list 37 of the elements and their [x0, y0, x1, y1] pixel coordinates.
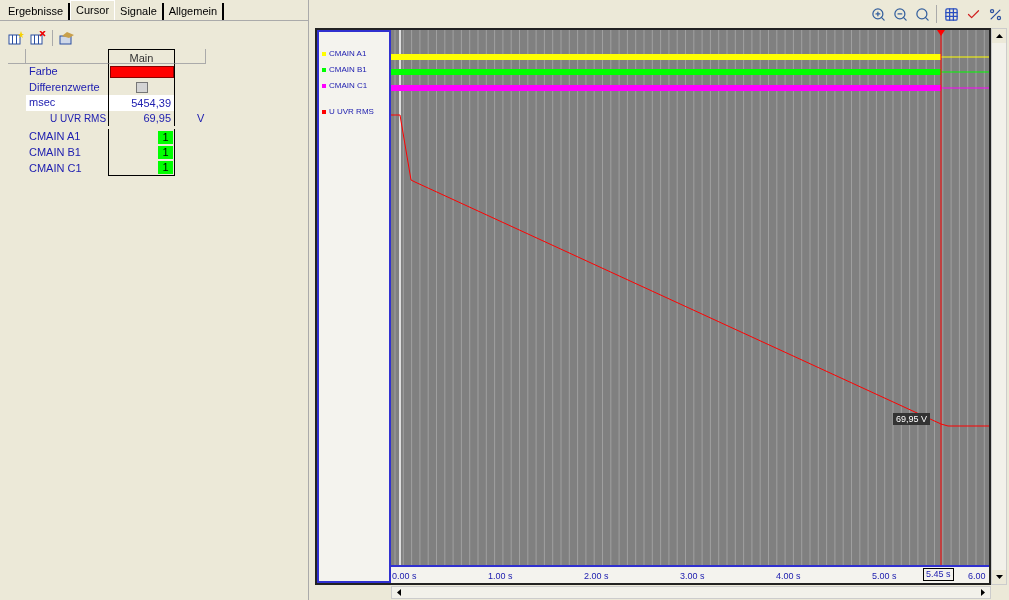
column-header: [175, 49, 206, 64]
value-text: 5454,39: [130, 95, 172, 111]
delete-column-icon[interactable]: [28, 29, 48, 47]
legend-label[interactable]: CMAIN A1: [329, 47, 367, 60]
axis-label: 1.00 s: [488, 570, 513, 583]
color-swatch[interactable]: [110, 65, 174, 78]
unit-text: V: [196, 111, 205, 126]
axis-label: 4.00 s: [776, 570, 801, 583]
row-label[interactable]: CMAIN C1: [26, 160, 108, 176]
value-text: 69,95: [142, 111, 172, 126]
legend-label[interactable]: CMAIN C1: [329, 79, 368, 92]
cursor-time-label: 5.45 s: [923, 568, 954, 581]
axis-label: 0.00 s: [392, 570, 417, 583]
checkbox[interactable]: [135, 81, 148, 93]
horizontal-scrollbar[interactable]: [391, 586, 991, 599]
row-label[interactable]: U UVR RMS: [26, 110, 108, 126]
add-column-icon[interactable]: [6, 29, 26, 47]
axis-label: 6.00: [968, 570, 986, 583]
vertical-scrollbar[interactable]: [991, 28, 1007, 585]
scroll-up-icon[interactable]: [992, 29, 1006, 43]
axis-label: 3.00 s: [680, 570, 705, 583]
legend-label[interactable]: CMAIN B1: [329, 63, 367, 76]
row-label[interactable]: CMAIN A1: [26, 129, 108, 145]
flag-value: 1: [158, 146, 173, 160]
axis-label: 5.00 s: [872, 570, 897, 583]
row-label[interactable]: msec: [26, 95, 108, 111]
scroll-down-icon[interactable]: [992, 570, 1006, 584]
row-label[interactable]: CMAIN B1: [26, 145, 108, 161]
column-header[interactable]: Main: [108, 49, 175, 64]
flag-value: 1: [158, 161, 173, 175]
axis-label: 2.00 s: [584, 570, 609, 583]
row-label[interactable]: Farbe: [26, 64, 108, 80]
cursor-value-label: 69,95 V: [893, 413, 931, 425]
legend-label[interactable]: U UVR RMS: [329, 105, 374, 118]
flag-value: 1: [158, 130, 173, 144]
row-label[interactable]: Differenzwerte: [26, 79, 108, 95]
tab[interactable]: Cursor: [70, 0, 116, 20]
